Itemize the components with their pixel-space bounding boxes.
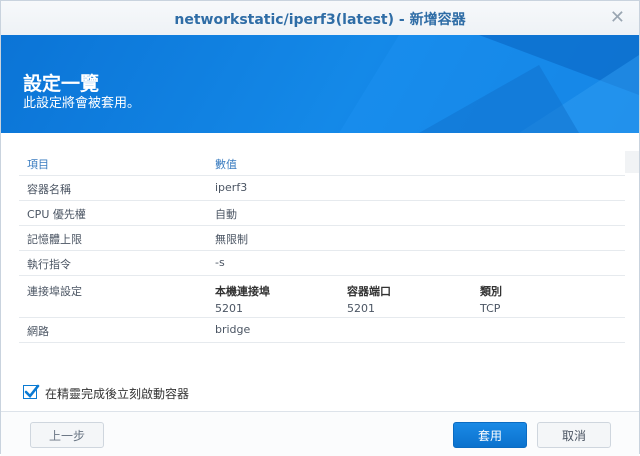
row-value: iperf3	[215, 181, 248, 194]
row-value: bridge	[215, 323, 251, 336]
port-header-local: 本機連接埠	[215, 285, 270, 298]
window-title: networkstatic/iperf3(latest) - 新增容器	[174, 12, 466, 28]
port-value-container: 5201	[347, 302, 375, 315]
close-icon[interactable]: ✕	[610, 7, 625, 28]
banner-subtitle: 此設定將會被套用。	[23, 96, 141, 111]
dialog-window: networkstatic/iperf3(latest) - 新增容器 ✕ 設定…	[0, 0, 640, 456]
title-bar: networkstatic/iperf3(latest) - 新增容器 ✕	[1, 1, 639, 36]
table-row: 記憶體上限 無限制	[19, 225, 625, 251]
dialog-footer: 上一步 套用 取消	[1, 411, 639, 456]
port-header-container: 容器端口	[347, 285, 391, 298]
column-header-item: 項目	[27, 158, 49, 171]
row-label: 網路	[27, 325, 49, 338]
scrollbar[interactable]	[625, 151, 639, 173]
row-label: 連接埠設定	[27, 285, 82, 298]
port-value-type: TCP	[480, 302, 501, 315]
row-value: -s	[215, 256, 225, 269]
apply-button[interactable]: 套用	[453, 422, 527, 448]
banner-decoration	[339, 35, 639, 133]
cancel-button[interactable]: 取消	[537, 422, 611, 448]
port-header-type: 類別	[480, 285, 502, 298]
row-value: 無限制	[215, 233, 248, 246]
table-header: 項目 數值	[19, 151, 625, 176]
back-button[interactable]: 上一步	[30, 422, 104, 448]
row-label: 記憶體上限	[27, 233, 82, 246]
port-value-local: 5201	[215, 302, 243, 315]
table-row: 網路 bridge	[19, 317, 625, 343]
checkmark-icon	[24, 384, 40, 398]
table-row: 容器名稱 iperf3	[19, 175, 625, 201]
row-label: CPU 優先權	[27, 208, 86, 221]
row-value: 自動	[215, 208, 237, 221]
summary-content: 項目 數值 容器名稱 iperf3 CPU 優先權 自動 記憶體上限 無限制 執…	[1, 133, 639, 413]
header-banner: 設定一覽 此設定將會被套用。	[1, 35, 639, 133]
row-label: 容器名稱	[27, 183, 71, 196]
table-row-ports: 連接埠設定 本機連接埠 容器端口 類別 5201 5201 TCP	[19, 275, 625, 318]
table-row: CPU 優先權 自動	[19, 200, 625, 226]
row-label: 執行指令	[27, 258, 71, 271]
run-after-wizard-checkbox[interactable]	[23, 384, 40, 399]
table-row: 執行指令 -s	[19, 250, 625, 276]
column-header-value: 數值	[215, 158, 237, 171]
run-after-wizard-label: 在精靈完成後立刻啟動容器	[45, 387, 190, 401]
